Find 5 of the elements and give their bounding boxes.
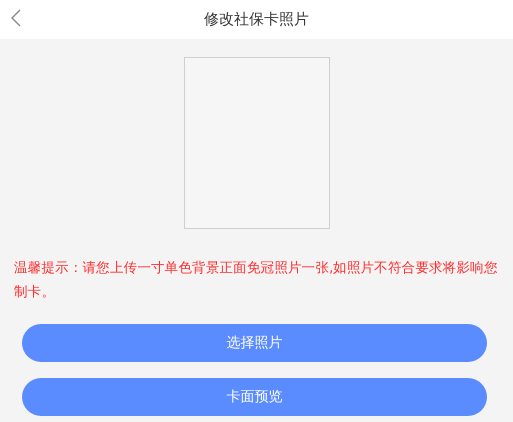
action-button[interactable]: 选择照片 bbox=[22, 324, 487, 362]
action-button[interactable]: 卡面预览 bbox=[22, 378, 487, 416]
page-title: 修改社保卡照片 bbox=[204, 10, 309, 29]
back-icon bbox=[11, 9, 21, 27]
hint-text: 温馨提示：请您上传一寸单色背景正面免冠照片一张,如照片不符合要求将影响您制卡。 bbox=[14, 259, 498, 302]
